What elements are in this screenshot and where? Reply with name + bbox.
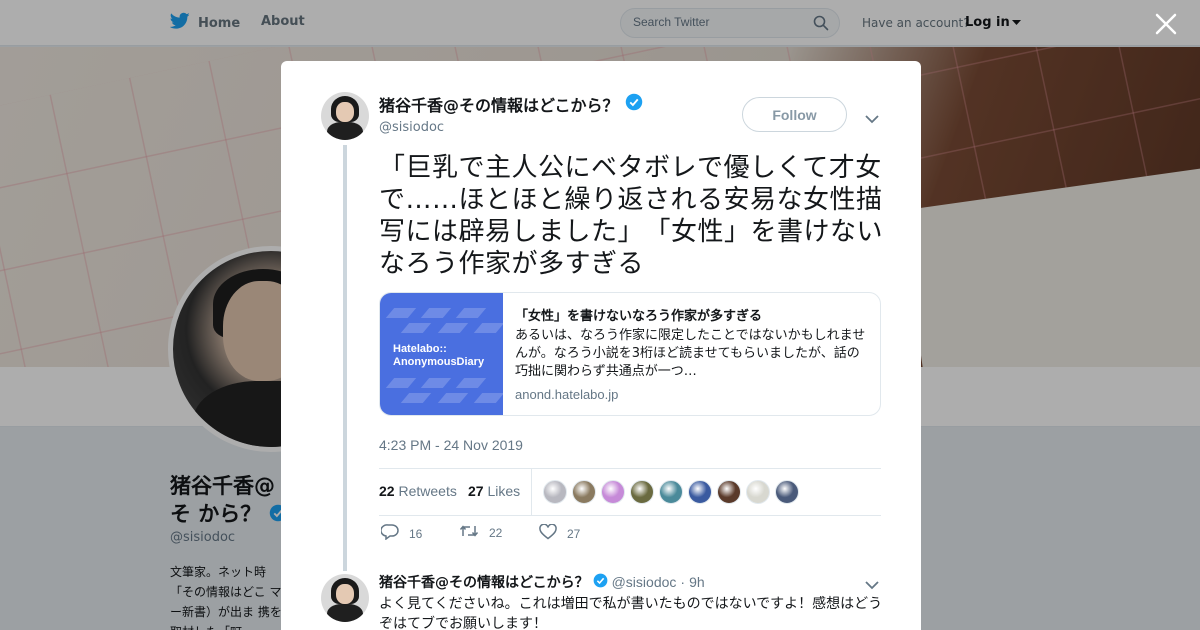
likes-stat[interactable]: 27 Likes [468, 483, 520, 499]
link-card-title: 「女性」を書けないなろう作家が多すぎる [515, 309, 763, 324]
likes-count: 27 [468, 483, 484, 499]
tweet-text: 「巨乳で主人公にベタボレで優しくて才女で……ほとほと繰り返される安易な女性描写に… [379, 153, 884, 279]
reply-time[interactable]: 9h [689, 574, 705, 590]
link-card-description: あるいは、なろう作家に限定したことではないかもしれませんが。なろう小説を3桁ほど… [515, 328, 866, 379]
tweet-stats: 22 Retweets 27 Likes [379, 468, 881, 516]
close-modal-button[interactable] [1154, 12, 1178, 36]
tweet-timestamp[interactable]: 4:23 PM - 24 Nov 2019 [379, 437, 523, 453]
verified-badge-icon [593, 573, 608, 592]
thread-connector-line [343, 145, 347, 571]
reply-author-name: 猪谷千香@その情報はどこから？ [379, 575, 589, 591]
liker-avatar[interactable] [775, 480, 799, 504]
follow-button[interactable]: Follow [742, 97, 847, 132]
author-avatar[interactable] [321, 92, 369, 140]
retweet-icon [459, 524, 479, 541]
verified-badge-icon [625, 93, 643, 115]
reply-icon [380, 524, 399, 543]
tweet-menu-chevron-down-icon[interactable] [865, 109, 879, 128]
liker-avatar[interactable] [659, 480, 683, 504]
tweet-permalink-modal: 猪谷千香@その情報はどこから？ @sisiodoc Follow 「巨乳で主人公… [281, 61, 921, 630]
like-count: 27 [567, 526, 581, 541]
link-card-domain: anond.hatelabo.jp [515, 387, 619, 402]
reply-author-avatar[interactable] [321, 574, 369, 622]
like-button[interactable]: 27 [539, 523, 581, 543]
link-card[interactable]: Hatelabo:: AnonymousDiary 「女性」を書けないなろう作家が… [379, 292, 881, 416]
reply-separator: · [680, 574, 686, 590]
author-handle[interactable]: @sisiodoc [379, 120, 444, 135]
stats-divider [531, 469, 532, 515]
reply-button[interactable]: 16 [380, 524, 423, 543]
close-icon [1155, 13, 1177, 35]
reply-menu-chevron-down-icon[interactable] [865, 575, 879, 594]
liker-avatar[interactable] [630, 480, 654, 504]
retweet-count: 22 [489, 525, 503, 540]
heart-icon [539, 523, 557, 543]
hatelabo-logo-text: Hatelabo:: AnonymousDiary [393, 343, 485, 368]
author-name-text: 猪谷千香@その情報はどこから？ [379, 96, 619, 115]
reply-handle: @sisiodoc [611, 574, 677, 590]
liker-avatar[interactable] [717, 480, 741, 504]
likes-label: Likes [487, 483, 521, 499]
liker-avatar[interactable] [572, 480, 596, 504]
retweets-label: Retweets [398, 483, 457, 499]
reply-count: 16 [409, 526, 423, 541]
retweets-stat[interactable]: 22 Retweets [379, 483, 457, 499]
retweet-button[interactable]: 22 [459, 524, 502, 541]
reply-author-line[interactable]: 猪谷千香@その情報はどこから？ @sisiodoc · 9h [379, 572, 705, 592]
reply-text: よく見てくださいね。これは増田で私が書いたものではないですよ！感想はどうぞはてブ… [379, 596, 883, 630]
liker-avatar[interactable] [601, 480, 625, 504]
retweets-count: 22 [379, 483, 395, 499]
author-name[interactable]: 猪谷千香@その情報はどこから？ [379, 92, 643, 116]
liker-avatar[interactable] [746, 480, 770, 504]
liker-avatars [543, 480, 799, 504]
link-card-image: Hatelabo:: AnonymousDiary [380, 293, 503, 415]
tweet-actions: 16 22 27 [379, 523, 679, 548]
liker-avatar[interactable] [543, 480, 567, 504]
liker-avatar[interactable] [688, 480, 712, 504]
